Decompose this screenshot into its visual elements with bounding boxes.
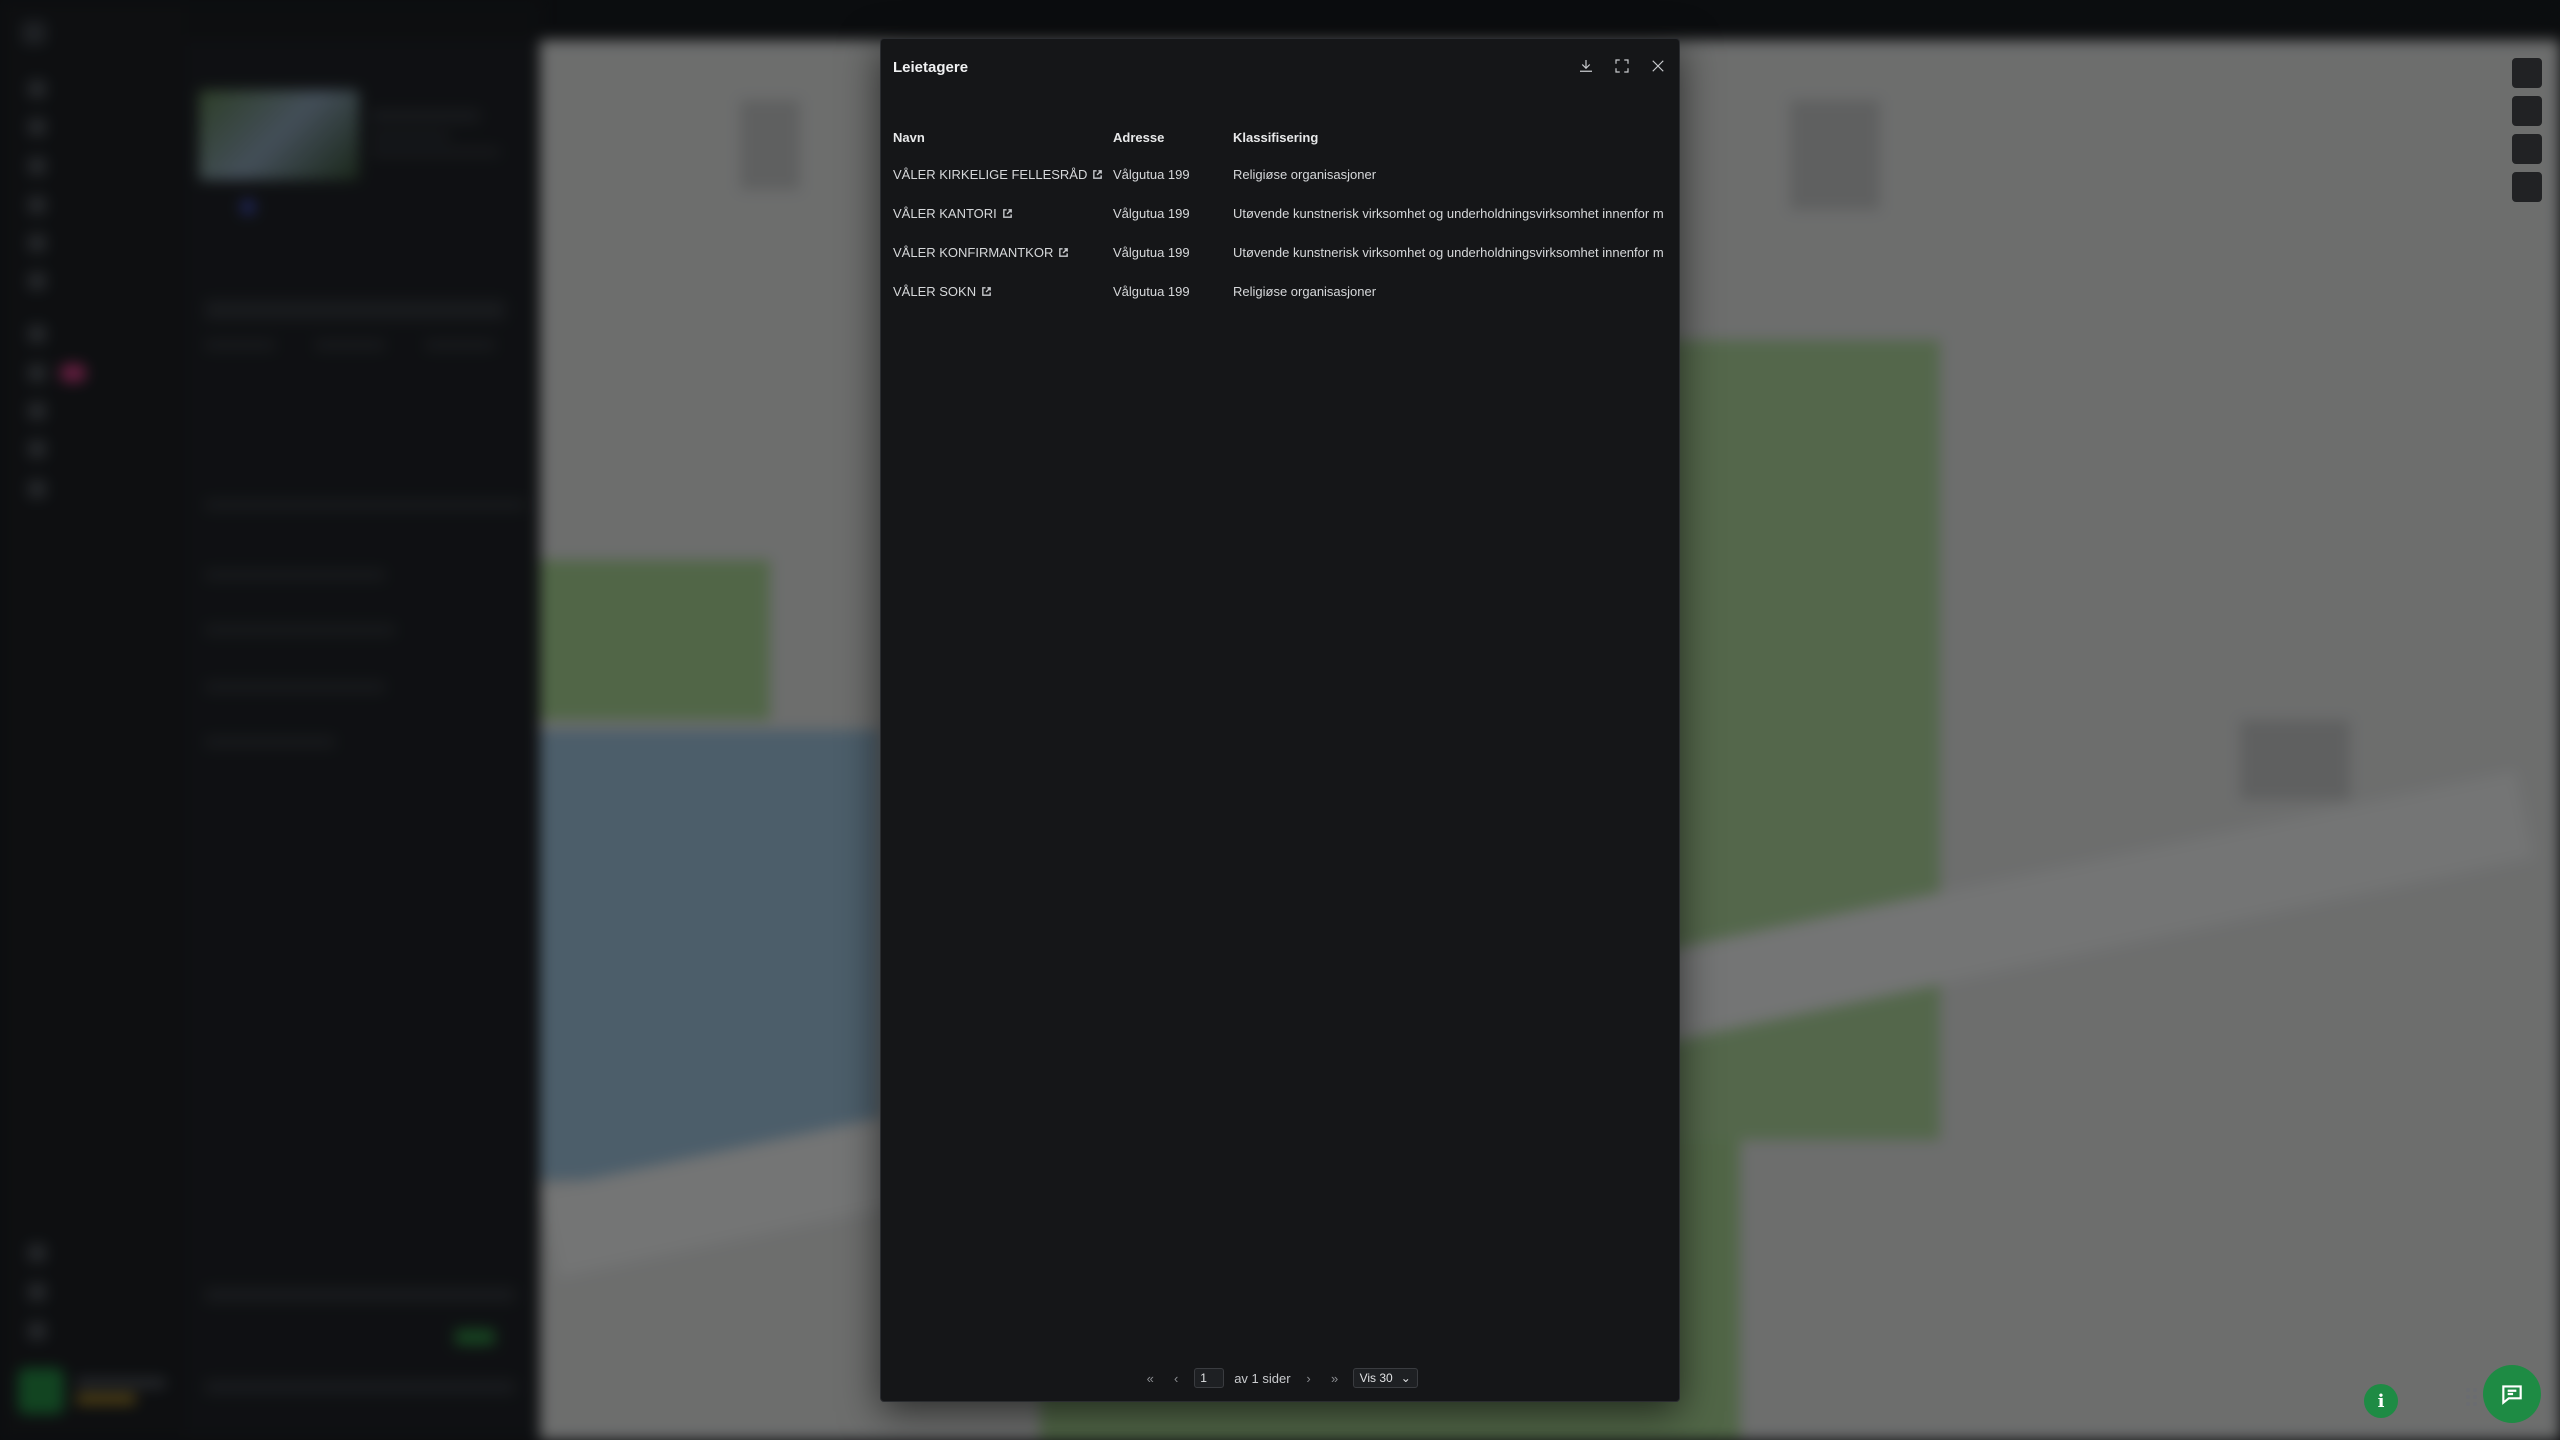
tenants-modal: Leietagere Navn Adresse Klassifisering V… <box>880 38 1680 1402</box>
chevron-down-icon: ⌄ <box>1400 1371 1411 1385</box>
cell-classification: Utøvende kunstnerisk virksomhet og under… <box>1233 206 1664 221</box>
expand-icon <box>1615 59 1629 73</box>
cell-address: Vålgutua 199 <box>1113 206 1190 221</box>
pagination: « ‹ av 1 sider › » Vis 30 ⌄ <box>881 1367 1679 1389</box>
app-root: Leietagere Navn Adresse Klassifisering V… <box>0 0 2560 1440</box>
tenant-name: VÅLER SOKN <box>893 284 977 299</box>
map-toolbar <box>2512 58 2542 202</box>
info-button[interactable]: i <box>2364 1384 2398 1418</box>
tenant-name: VÅLER KONFIRMANTKOR <box>893 245 1054 260</box>
page-number-input[interactable] <box>1194 1368 1225 1388</box>
page-size-value: Vis 30 <box>1359 1371 1393 1385</box>
cell-address: Vålgutua 199 <box>1113 245 1190 260</box>
map-tool-button[interactable] <box>2512 58 2542 88</box>
table-row: VÅLER KIRKELIGE FELLESRÅD Vålgutua 199 R… <box>893 155 1679 194</box>
download-icon <box>1580 60 1592 72</box>
cell-name: VÅLER SOKN <box>893 284 1113 299</box>
map-tool-button[interactable] <box>2512 96 2542 126</box>
chat-button[interactable] <box>2483 1365 2541 1423</box>
map-tool-button[interactable] <box>2512 134 2542 164</box>
close-button[interactable] <box>1647 55 1669 77</box>
cell-classification: Religiøse organisasjoner <box>1233 284 1377 299</box>
chat-icon <box>2502 1385 2522 1405</box>
table-row: VÅLER KONFIRMANTKOR Vålgutua 199 Utøvend… <box>893 233 1679 272</box>
column-header-name[interactable]: Navn <box>893 130 1113 145</box>
tenant-name: VÅLER KIRKELIGE FELLESRÅD <box>893 167 1088 182</box>
prev-page-button[interactable]: ‹ <box>1168 1370 1184 1386</box>
page-count-text: av 1 sider <box>1234 1370 1291 1386</box>
table-header: Navn Adresse Klassifisering <box>893 119 1679 155</box>
external-link-icon <box>1092 168 1103 179</box>
page-size-select[interactable]: Vis 30 ⌄ <box>1352 1368 1418 1388</box>
external-link-icon <box>1058 246 1069 257</box>
column-header-address[interactable]: Adresse <box>1113 130 1233 145</box>
cell-name: VÅLER KANTORI <box>893 206 1113 221</box>
download-button[interactable] <box>1575 55 1597 77</box>
cell-name: VÅLER KONFIRMANTKOR <box>893 245 1113 260</box>
table-row: VÅLER SOKN Vålgutua 199 Religiøse organi… <box>893 272 1679 311</box>
first-page-button[interactable]: « <box>1142 1370 1158 1386</box>
map-tool-button[interactable] <box>2512 172 2542 202</box>
tenants-table: Navn Adresse Klassifisering VÅLER KIRKEL… <box>893 119 1679 311</box>
last-page-button[interactable]: » <box>1327 1370 1343 1386</box>
drag-handle-icon[interactable] <box>2466 1388 2478 1406</box>
close-icon <box>1652 60 1664 72</box>
table-row: VÅLER KANTORI Vålgutua 199 Utøvende kuns… <box>893 194 1679 233</box>
cell-name: VÅLER KIRKELIGE FELLESRÅD <box>893 167 1113 182</box>
expand-button[interactable] <box>1611 55 1633 77</box>
column-header-classification[interactable]: Klassifisering <box>1233 130 1679 145</box>
tenant-link[interactable]: VÅLER KONFIRMANTKOR <box>893 245 1069 260</box>
cell-classification: Religiøse organisasjoner <box>1233 167 1377 182</box>
external-link-icon <box>1002 207 1013 218</box>
next-page-button[interactable]: › <box>1301 1370 1317 1386</box>
modal-actions <box>1575 55 1669 77</box>
tenant-name: VÅLER KANTORI <box>893 206 997 221</box>
external-link-icon <box>981 285 992 296</box>
tenant-link[interactable]: VÅLER SOKN <box>893 284 992 299</box>
cell-address: Vålgutua 199 <box>1113 167 1190 182</box>
tenant-link[interactable]: VÅLER KIRKELIGE FELLESRÅD <box>893 167 1103 182</box>
cell-classification: Utøvende kunstnerisk virksomhet og under… <box>1233 245 1664 260</box>
tenant-link[interactable]: VÅLER KANTORI <box>893 206 1013 221</box>
cell-address: Vålgutua 199 <box>1113 284 1190 299</box>
modal-title: Leietagere <box>893 59 969 76</box>
